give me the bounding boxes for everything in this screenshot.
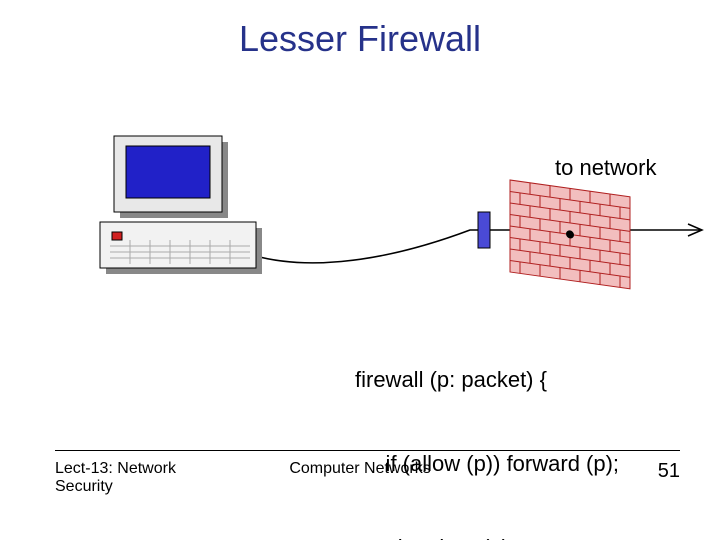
footer-rule bbox=[55, 450, 680, 451]
code-line-3: else drop (p); bbox=[355, 534, 619, 540]
network-diagram bbox=[70, 120, 710, 300]
firewall-brick-wall bbox=[510, 180, 630, 289]
footer-center: Computer Networks bbox=[0, 460, 720, 478]
computer-icon bbox=[100, 136, 262, 274]
network-interface-card bbox=[478, 212, 490, 248]
footer-page-number: 51 bbox=[658, 460, 680, 483]
slide-title: Lesser Firewall bbox=[0, 18, 720, 60]
pseudocode-block: firewall (p: packet) { if (allow (p)) fo… bbox=[355, 310, 619, 540]
code-line-1: firewall (p: packet) { bbox=[355, 366, 619, 394]
to-network-label: to network bbox=[555, 155, 657, 181]
